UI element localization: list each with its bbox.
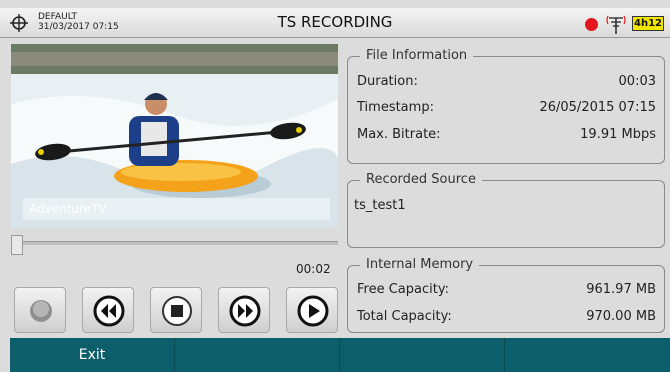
timestamp-value: 26/05/2015 07:15: [539, 100, 656, 115]
record-button[interactable]: [14, 287, 66, 333]
fast-forward-icon: [229, 295, 261, 327]
status-bar: DEFAULT 31/03/2017 07:15 TS RECORDING 4h…: [0, 8, 670, 38]
battery-icon: 4h12: [632, 16, 664, 31]
channel-label: AdventureTV: [23, 198, 330, 220]
stop-icon: [162, 296, 192, 326]
elapsed-time: 00:02: [296, 262, 331, 276]
play-button[interactable]: [286, 287, 338, 333]
internal-memory-panel: Internal Memory Free Capacity: 961.97 MB…: [347, 257, 665, 333]
recorded-source-value: ts_test1: [354, 198, 406, 213]
video-preview[interactable]: AdventureTV: [11, 44, 338, 228]
softkey-3[interactable]: [340, 338, 505, 372]
recorded-source-panel: Recorded Source ts_test1: [347, 172, 665, 248]
timestamp-row: Timestamp: 26/05/2015 07:15: [357, 100, 656, 115]
free-capacity-label: Free Capacity:: [357, 282, 449, 297]
record-indicator-icon: [585, 18, 598, 31]
total-capacity-value: 970.00 MB: [586, 309, 656, 324]
max-bitrate-label: Max. Bitrate:: [357, 127, 441, 142]
file-information-legend: File Information: [360, 48, 474, 63]
progress-slider-thumb[interactable]: [11, 235, 23, 255]
screen: DEFAULT 31/03/2017 07:15 TS RECORDING 4h…: [0, 0, 670, 372]
page-title: TS RECORDING: [277, 13, 393, 31]
internal-memory-legend: Internal Memory: [360, 257, 480, 272]
duration-label: Duration:: [357, 74, 418, 89]
max-bitrate-value: 19.91 Mbps: [580, 127, 656, 142]
rewind-button[interactable]: [82, 287, 134, 333]
duration-value: 00:03: [618, 74, 656, 89]
timestamp-label: Timestamp:: [357, 100, 434, 115]
progress-slider[interactable]: [11, 235, 338, 255]
free-capacity-row: Free Capacity: 961.97 MB: [357, 282, 656, 297]
exit-button[interactable]: Exit: [10, 338, 175, 372]
free-capacity-value: 961.97 MB: [586, 282, 656, 297]
play-icon: [297, 295, 329, 327]
duration-row: Duration: 00:03: [357, 74, 656, 89]
softkey-4[interactable]: [505, 338, 670, 372]
total-capacity-row: Total Capacity: 970.00 MB: [357, 309, 656, 324]
record-icon: [30, 300, 52, 322]
rewind-icon: [93, 295, 125, 327]
stop-button[interactable]: [150, 287, 202, 333]
max-bitrate-row: Max. Bitrate: 19.91 Mbps: [357, 127, 656, 142]
recorded-source-legend: Recorded Source: [360, 172, 482, 187]
softkey-2[interactable]: [175, 338, 340, 372]
file-information-panel: File Information Duration: 00:03 Timesta…: [347, 48, 665, 164]
fast-forward-button[interactable]: [218, 287, 270, 333]
softkey-bar: Exit: [10, 338, 670, 372]
total-capacity-label: Total Capacity:: [357, 309, 452, 324]
antenna-icon: [606, 15, 626, 34]
